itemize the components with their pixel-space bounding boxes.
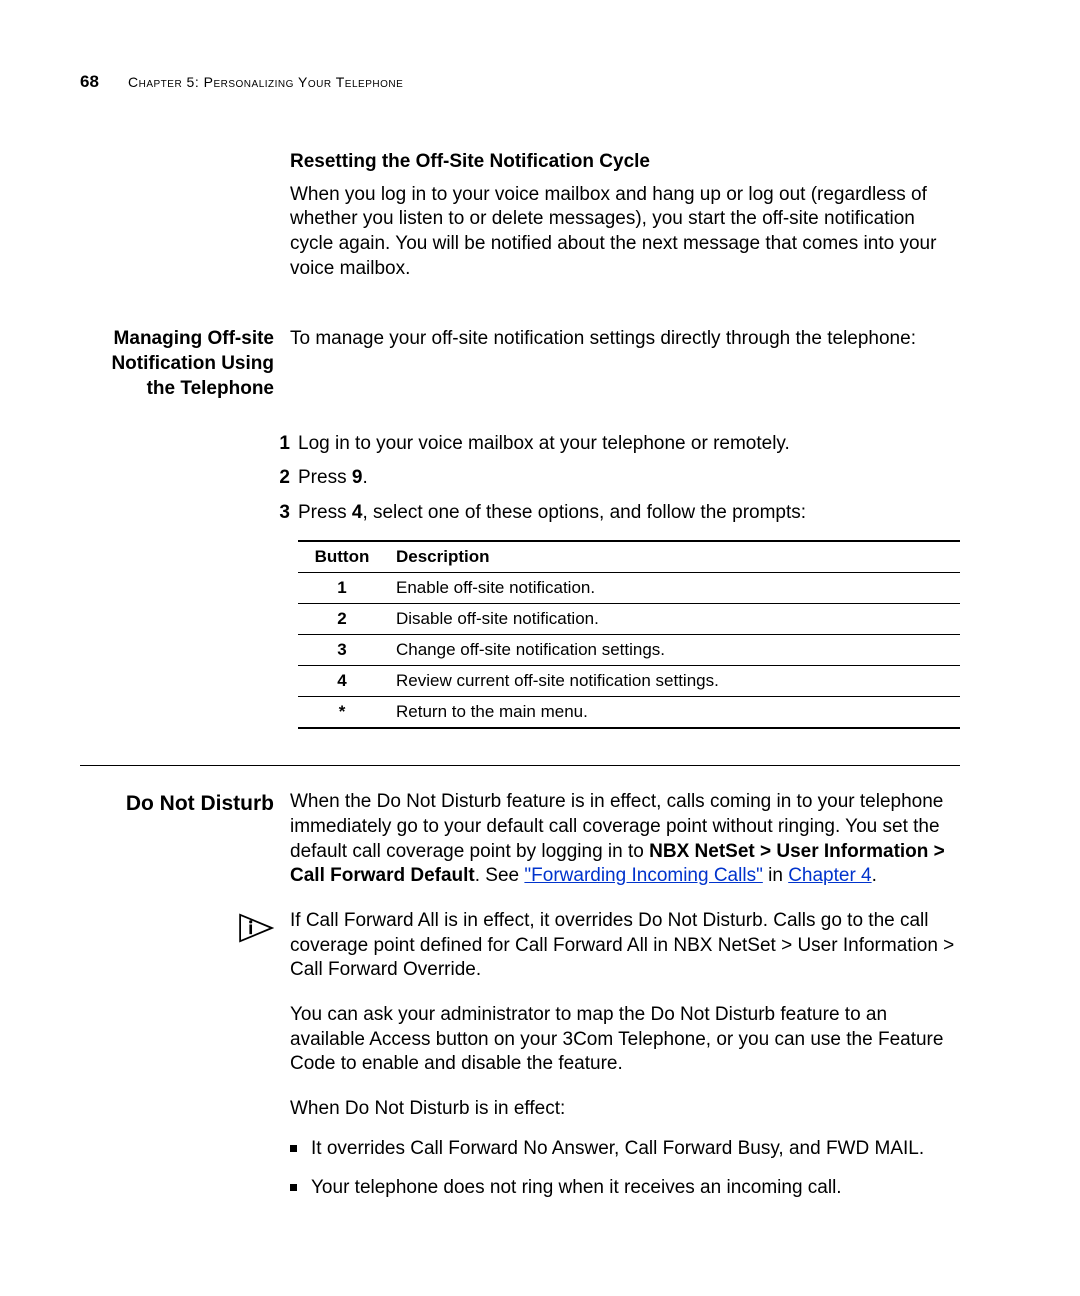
bullet-list: It overrides Call Forward No Answer, Cal… xyxy=(290,1136,960,1201)
step-text: Press 4, select one of these options, an… xyxy=(298,501,806,526)
section-divider xyxy=(80,765,960,766)
cell-button: 3 xyxy=(298,634,392,665)
cell-description: Review current off-site notification set… xyxy=(392,665,960,696)
table-header-button: Button xyxy=(298,541,392,573)
bullet-square-icon xyxy=(290,1145,297,1152)
bullet-text: Your telephone does not ring when it rec… xyxy=(311,1175,842,1201)
step-number: 2 xyxy=(266,466,290,491)
side-heading-managing: Managing Off-site Notification Using the… xyxy=(80,327,274,401)
para-dnd-1: When the Do Not Disturb feature is in ef… xyxy=(290,790,960,889)
para-dnd-2: You can ask your administrator to map th… xyxy=(290,1003,960,1077)
list-item: It overrides Call Forward No Answer, Cal… xyxy=(290,1136,960,1162)
para-dnd-3: When Do Not Disturb is in effect: xyxy=(290,1097,960,1122)
para-managing-intro: To manage your off-site notification set… xyxy=(290,327,960,352)
bullet-square-icon xyxy=(290,1184,297,1191)
link-forwarding-calls[interactable]: "Forwarding Incoming Calls" xyxy=(524,865,762,886)
page-number: 68 xyxy=(80,72,110,92)
cell-description: Change off-site notification settings. xyxy=(392,634,960,665)
running-header: 68 Chapter 5: Personalizing Your Telepho… xyxy=(80,72,960,92)
side-heading-dnd: Do Not Disturb xyxy=(80,790,274,817)
table-row: 2 Disable off-site notification. xyxy=(298,603,960,634)
cell-description: Return to the main menu. xyxy=(392,697,960,729)
dnd-note-block: If Call Forward All is in effect, it ove… xyxy=(80,909,960,1215)
para-dnd-note: If Call Forward All is in effect, it ove… xyxy=(290,909,960,983)
para-resetting-body: When you log in to your voice mailbox an… xyxy=(290,183,960,282)
list-item: 1 Log in to your voice mailbox at your t… xyxy=(266,432,960,457)
table-row: 3 Change off-site notification settings. xyxy=(298,634,960,665)
managing-steps-block: 1 Log in to your voice mailbox at your t… xyxy=(80,412,960,730)
step-number: 3 xyxy=(266,501,290,526)
step-number: 1 xyxy=(266,432,290,457)
cell-description: Enable off-site notification. xyxy=(392,572,960,603)
section-managing: Managing Off-site Notification Using the… xyxy=(80,327,960,401)
table-row: 1 Enable off-site notification. xyxy=(298,572,960,603)
bullet-text: It overrides Call Forward No Answer, Cal… xyxy=(311,1136,924,1162)
cell-button: 1 xyxy=(298,572,392,603)
step-text: Log in to your voice mailbox at your tel… xyxy=(298,432,790,457)
options-table: Button Description 1 Enable off-site not… xyxy=(298,540,960,730)
list-item: 2 Press 9. xyxy=(266,466,960,491)
table-row: * Return to the main menu. xyxy=(298,697,960,729)
table-row: 4 Review current off-site notification s… xyxy=(298,665,960,696)
numbered-list: 1 Log in to your voice mailbox at your t… xyxy=(266,432,960,526)
page-content: 68 Chapter 5: Personalizing Your Telepho… xyxy=(0,0,1080,1285)
info-icon xyxy=(238,913,274,943)
cell-button: * xyxy=(298,697,392,729)
cell-description: Disable off-site notification. xyxy=(392,603,960,634)
list-item: 3 Press 4, select one of these options, … xyxy=(266,501,960,526)
link-chapter-4[interactable]: Chapter 4 xyxy=(788,865,871,886)
section-dnd: Do Not Disturb When the Do Not Disturb f… xyxy=(80,790,960,899)
heading-resetting: Resetting the Off-Site Notification Cycl… xyxy=(290,150,960,175)
table-header-description: Description xyxy=(392,541,960,573)
chapter-label: Chapter 5: Personalizing Your Telephone xyxy=(128,74,403,90)
list-item: Your telephone does not ring when it rec… xyxy=(290,1175,960,1201)
cell-button: 4 xyxy=(298,665,392,696)
section-resetting: Resetting the Off-Site Notification Cycl… xyxy=(80,150,960,309)
cell-button: 2 xyxy=(298,603,392,634)
step-text: Press 9. xyxy=(298,466,368,491)
